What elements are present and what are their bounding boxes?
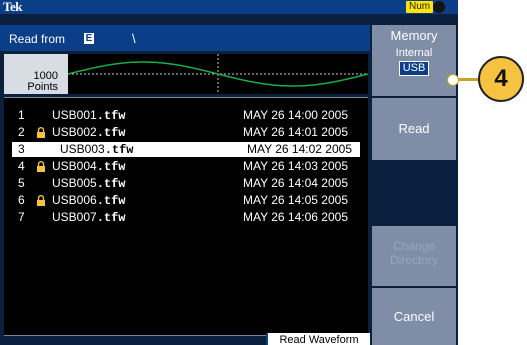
points-label: Points [27,81,58,93]
file-name: USB006.tfw [52,193,126,208]
file-name: USB005.tfw [52,176,126,191]
brand-logo: Tek [3,0,22,14]
file-index: 5 [18,176,25,190]
lock-icon [37,195,45,206]
file-list: 1 USB001.tfw MAY 26 14:00 2005 2 USB002.… [4,97,368,336]
current-path: \ [132,31,136,46]
file-name: USB003.tfw [60,142,134,157]
file-name: USB007.tfw [52,210,126,225]
read-from-label: Read from [9,32,66,46]
empty-softkey [372,162,456,224]
change-directory-line2: Directory [389,253,438,267]
file-list-item[interactable]: 5 USB005.tfw MAY 26 14:04 2005 [12,176,360,191]
file-list-item[interactable]: 1 USB001.tfw MAY 26 14:00 2005 [12,108,360,123]
file-date: MAY 26 14:03 2005 [243,159,348,173]
file-index: 1 [18,108,25,122]
file-name: USB004.tfw [52,159,126,174]
drive-selector[interactable]: E [84,33,94,44]
file-name: USB002.tfw [52,125,126,140]
menu-title-tab: Read Waveform [266,333,370,345]
file-list-item[interactable]: 6 USB006.tfw MAY 26 14:05 2005 [12,193,360,208]
callout-number: 4 [478,56,524,102]
callout-anchor-dot [447,74,459,86]
file-list-item-selected[interactable]: 3 USB003.tfw MAY 26 14:02 2005 [12,142,360,157]
file-index: 3 [18,142,25,156]
file-list-item[interactable]: 2 USB002.tfw MAY 26 14:01 2005 [12,125,360,140]
change-directory-button[interactable]: Change Directory [372,226,456,286]
file-date: MAY 26 14:06 2005 [243,210,348,224]
file-name: USB001.tfw [52,108,126,123]
lock-icon [37,161,45,172]
memory-softkey[interactable]: Memory Internal USB [372,25,456,96]
file-index: 6 [18,193,25,207]
file-date: MAY 26 14:04 2005 [243,176,348,190]
usb-selected-badge: USB [398,61,430,76]
softkey-panel: Memory Internal USB Read Change Director… [372,25,456,345]
memory-softkey-internal: Internal [395,47,433,59]
file-date: MAY 26 14:01 2005 [243,125,348,139]
cancel-button[interactable]: Cancel [372,288,456,345]
status-bar: Tek [0,0,458,14]
file-date: MAY 26 14:00 2005 [243,108,348,122]
file-index: 2 [18,125,25,139]
instrument-screen: Tek Num Read from E \ 1000 Points 1 USB0… [0,0,458,345]
file-list-item[interactable]: 7 USB007.tfw MAY 26 14:06 2005 [12,210,360,225]
file-index: 7 [18,210,25,224]
waveform-preview-trace [68,54,368,94]
num-indicator: Num [406,1,434,13]
memory-softkey-title: Memory [390,28,438,43]
change-directory-line1: Change [392,239,436,253]
read-button[interactable]: Read [372,98,456,160]
file-list-item[interactable]: 4 USB004.tfw MAY 26 14:03 2005 [12,159,360,174]
record-dot-icon [433,1,445,13]
file-date: MAY 26 14:02 2005 [247,142,352,156]
file-index: 4 [18,159,25,173]
read-from-bar: Read from E \ [0,25,370,51]
lock-icon [37,127,45,138]
file-date: MAY 26 14:05 2005 [243,193,348,207]
